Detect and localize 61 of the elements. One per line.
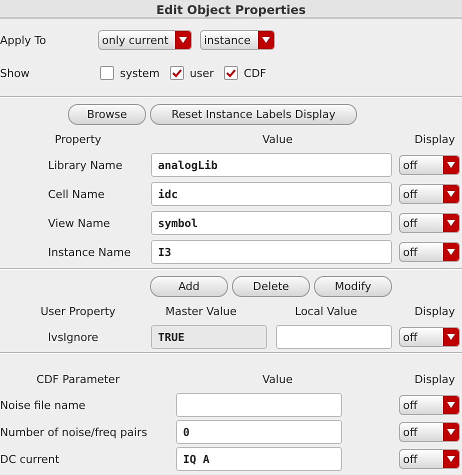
text-field[interactable]: TRUE [151, 325, 267, 349]
caret-icon [447, 429, 455, 435]
column-header: Display [413, 304, 455, 318]
button[interactable]: Modify [314, 276, 392, 297]
column-header: Display [413, 372, 455, 386]
window-title: Edit Object Properties [156, 3, 306, 17]
checkbox[interactable] [100, 66, 114, 80]
checkbox-label: user [190, 66, 214, 80]
column-header: Master Value [164, 304, 238, 318]
show-label: Show [0, 66, 31, 80]
column-header: Display [413, 132, 455, 146]
checkbox[interactable] [224, 66, 238, 80]
dropdown[interactable]: only current [98, 30, 192, 50]
button[interactable]: Add [150, 276, 228, 297]
checkbox-label: CDF [244, 66, 266, 80]
property-label: Library Name [47, 158, 124, 172]
caret-icon [447, 456, 455, 462]
dropdown[interactable]: off [399, 184, 460, 204]
text-field[interactable] [276, 325, 392, 349]
caret-icon [447, 162, 455, 168]
text-field[interactable]: analogLib [151, 153, 392, 177]
parameter-label: Number of noise/freq pairs [0, 426, 148, 438]
checkbox[interactable] [170, 66, 184, 80]
property-label: View Name [47, 216, 112, 230]
dropdown[interactable]: off [399, 213, 460, 233]
caret-icon [179, 37, 187, 43]
dropdown[interactable]: off [399, 449, 460, 469]
parameter-label: Noise file name [0, 398, 86, 412]
caret-icon [262, 37, 270, 43]
text-field[interactable]: IQ A [176, 447, 342, 471]
caret-icon [447, 402, 455, 408]
column-header: Local Value [294, 304, 358, 318]
button[interactable]: Browse [68, 104, 146, 125]
property-label: Instance Name [47, 246, 132, 258]
text-field[interactable] [176, 393, 342, 417]
dropdown[interactable]: off [399, 155, 460, 175]
column-header: Value [261, 372, 294, 386]
parameter-label: DC current [0, 452, 60, 466]
column-header: User Property [39, 304, 117, 318]
text-field[interactable]: 0 [176, 420, 342, 444]
caret-icon [447, 220, 455, 226]
text-field[interactable]: symbol [151, 211, 392, 235]
button[interactable]: Reset Instance Labels Display [150, 104, 357, 125]
dropdown[interactable]: off [399, 422, 460, 442]
button[interactable]: Delete [232, 276, 310, 297]
text-field[interactable]: I3 [151, 240, 392, 264]
caret-icon [447, 191, 455, 197]
column-header: CDF Parameter [35, 372, 121, 386]
caret-icon [447, 334, 455, 340]
property-label: Cell Name [47, 188, 106, 200]
column-header: Value [261, 132, 294, 146]
checkbox-label: system [120, 66, 160, 80]
dropdown[interactable]: off [399, 327, 460, 347]
apply-to-label: Apply To [0, 34, 48, 46]
dropdown[interactable]: instance [200, 30, 275, 50]
dropdown[interactable]: off [399, 395, 460, 415]
dropdown[interactable]: off [399, 242, 460, 262]
column-header: Property [54, 132, 102, 146]
text-field[interactable]: idc [151, 182, 392, 206]
caret-icon [447, 249, 455, 255]
property-label: lvsIgnore [47, 330, 100, 344]
